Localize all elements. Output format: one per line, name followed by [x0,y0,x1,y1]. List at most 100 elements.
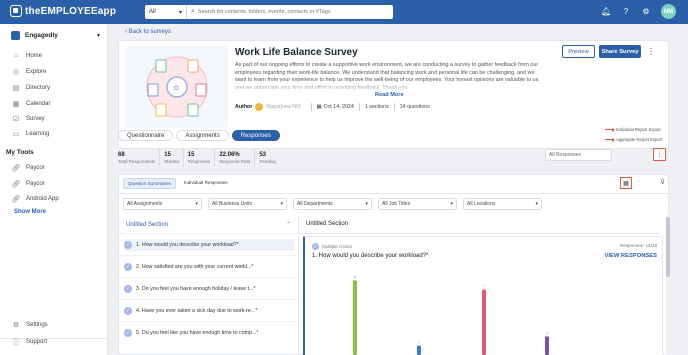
question-label: 4. Have you ever taken a sick day due to… [136,308,258,314]
app-logo[interactable]: theEMPLOYEEapp [10,5,116,17]
global-search: All ▾ ⌕ [145,5,393,19]
survey-title: Work Life Balance Survey [235,47,358,58]
stat-value: 22.06% [219,152,240,158]
locations-filter[interactable]: All Locations ▾ [463,198,542,210]
view-tabs: Question Summaries Individual Responses [123,178,236,189]
search-input[interactable] [197,9,388,15]
org-switcher[interactable]: Engagedly ▼ [11,31,101,40]
sidebar-item-label: Explore [26,69,47,75]
search-category-select[interactable]: All ▾ [145,5,187,19]
list-divider [119,233,299,234]
scrollbar-thumb[interactable] [666,217,670,277]
stat-label: Response Rate [219,159,251,164]
question-item[interactable]: ✓ 2. How satisfied are you with your cur… [124,261,294,273]
stat-response-rate: 22.06% Response Rate [215,149,256,167]
show-more-link[interactable]: Show More [14,209,46,215]
sidebar-tool-android-app[interactable]: 🔗︎ Android App [11,195,59,203]
check-circle-icon: ✓ [124,329,132,337]
sidebar-item-label: Paycor [26,165,45,171]
more-options-icon: ⋮ [656,152,663,158]
detail-section-title: Untitled Section [306,221,349,227]
arrow-icon [605,137,615,142]
question-item[interactable]: ✓ 4. Have you ever taken a sick day due … [124,305,294,317]
sidebar-tool-paycor[interactable]: 🔗︎ Paycor [11,164,45,172]
help-icon: ⓘ [12,339,20,346]
detail-divider [300,233,660,234]
question-item[interactable]: ✓ 1. How would you describe your workloa… [124,239,294,251]
chart-bar-C [482,289,486,355]
sidebar-item-support[interactable]: ⓘ Support [11,337,48,347]
more-options-icon[interactable]: ⋮ [647,47,655,56]
stat-value: 68 [118,152,125,158]
sidebar-item-explore[interactable]: ◎ Explore [11,68,46,76]
job-titles-filter[interactable]: All Job Titles ▾ [378,198,457,210]
sidebar-item-settings[interactable]: ⚙︎ Settings [11,321,48,329]
sidebar-item-survey[interactable]: ☑ Survey [11,115,45,123]
filter-icon[interactable]: ⊽ [660,178,665,186]
bell-icon[interactable]: 🔔︎ [601,7,611,16]
stat-label: Total Respondents [118,159,156,164]
tab-assignments[interactable]: Assignments [176,130,229,141]
question-item[interactable]: ✓ 5. Do you feel like you have enough ti… [124,327,294,339]
panel-divider [119,193,668,194]
org-name: Engagedly [25,32,58,39]
author-label: Author [235,104,253,110]
check-circle-icon: ✓ [124,263,132,271]
view-responses-link[interactable]: VIEW RESPONSES [604,253,657,259]
logo-mark-icon [10,5,22,17]
chevron-up-icon[interactable]: ⌃ [286,221,291,228]
tab-questionnaire[interactable]: Questionnaire [118,130,174,141]
compass-icon: ◎ [12,69,20,76]
share-survey-button[interactable]: Share Survey [599,45,641,58]
sidebar-item-label: Home [26,52,43,59]
sidebar-item-label: Support [26,339,48,345]
question-item[interactable]: ✓ 3. Do you feel you have enough holiday… [124,283,294,295]
assignments-filter[interactable]: All Assignments ▾ [123,198,202,210]
grid-view-button[interactable]: ▦ [620,177,632,189]
stat-responses: 15 Responses [184,149,216,167]
chart-bar-A [353,280,357,355]
gear-icon[interactable]: ⚙︎ [641,7,651,16]
top-bar: theEMPLOYEEapp All ▾ ⌕ 🔔︎ ? ⚙︎ NM [0,0,688,24]
survey-date: Oct 14, 2024 [323,104,354,110]
sidebar-item-calendar[interactable]: ▦ Calendar [11,100,51,108]
question-label: 3. Do you feel you have enough holiday /… [136,286,256,292]
tab-responses[interactable]: Responses [231,130,280,141]
filter-label: All Job Titles [382,201,411,207]
meta-separator [310,103,312,111]
sidebar-item-home[interactable]: ⌂ Home [11,52,42,59]
question-label: 2. How satisfied are you with your curre… [136,264,254,270]
filter-label: All Departments [297,201,333,207]
list-divider [119,255,299,256]
top-icons: 🔔︎ ? ⚙︎ NM [591,4,676,19]
list-view-icon[interactable]: ◦ [637,179,639,185]
logo-text: theEMPLOYEEapp [25,5,117,17]
help-icon[interactable]: ? [621,7,631,16]
stat-total-respondents: 68 Total Respondents [118,149,161,167]
user-avatar[interactable]: NM [661,4,676,19]
chart-value-label: 7 [483,285,485,289]
my-tools-heading: My Tools [6,149,34,156]
export-menu-button[interactable]: ⋮ [653,148,666,161]
sidebar-item-learning[interactable]: ▭ Learning [11,130,50,138]
stat-label: Pending [259,159,276,164]
sidebar-tool-paycor[interactable]: 🔗︎ Paycor [11,180,45,188]
departments-filter[interactable]: All Departments ▾ [293,198,372,210]
sidebar-item-directory[interactable]: ▤ Directory [11,84,50,92]
back-link[interactable]: ‹ Back to surveys [125,29,171,35]
tab-question-summaries[interactable]: Question Summaries [123,178,176,189]
business-units-filter[interactable]: All Business Units ▾ [208,198,287,210]
chevron-down-icon: ▾ [365,201,368,207]
tab-individual-responses[interactable]: Individual Responses [180,178,232,189]
question-count: 14 questions [399,104,430,110]
read-more-link[interactable]: Read More [375,92,404,98]
stat-label: Started [164,159,179,164]
stat-value: 53 [259,152,267,158]
section-title[interactable]: Untitled Section [126,222,168,228]
home-icon: ⌂ [13,52,19,59]
preview-button[interactable]: Preview [562,45,595,58]
response-filter-select[interactable]: All Responses [545,149,612,161]
filter-label: All Business Units [212,201,253,207]
learning-icon: ▭ [12,131,20,138]
list-divider [119,299,299,300]
